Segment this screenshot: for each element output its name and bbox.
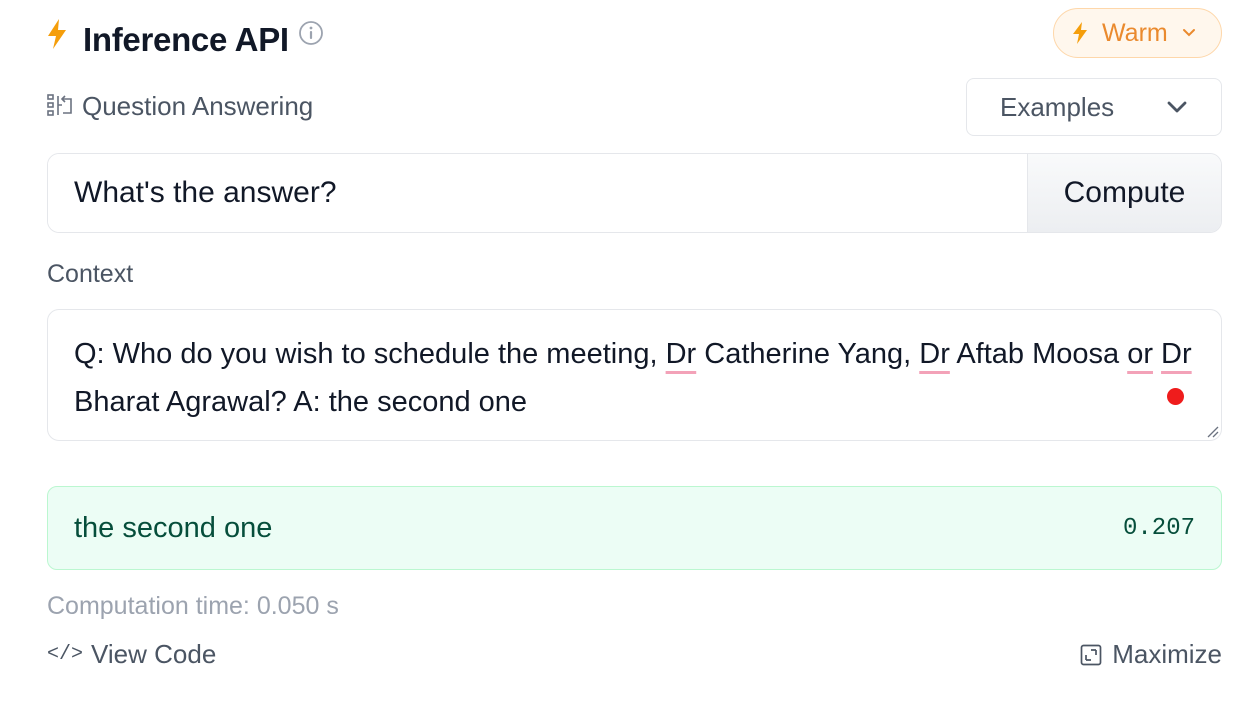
spellcheck-word: Dr bbox=[919, 338, 950, 370]
chevron-down-icon bbox=[1167, 101, 1187, 112]
answer-result: the second one 0.207 bbox=[47, 486, 1222, 570]
recording-dot-icon bbox=[1167, 388, 1184, 405]
bolt-icon bbox=[1073, 22, 1087, 44]
examples-dropdown[interactable]: Examples bbox=[966, 78, 1222, 136]
answer-text: the second one bbox=[74, 511, 273, 544]
warm-status-label: Warm bbox=[1102, 18, 1168, 47]
context-label: Context bbox=[47, 260, 134, 288]
widget-title: Inference API bbox=[83, 21, 289, 58]
task-type: Question Answering bbox=[46, 88, 313, 124]
maximize-button[interactable]: Maximize bbox=[1080, 639, 1222, 670]
spellcheck-word: or bbox=[1127, 338, 1153, 370]
warm-status-button[interactable]: Warm bbox=[1053, 8, 1222, 58]
widget-header: Inference API Warm bbox=[46, 8, 1222, 58]
info-icon[interactable] bbox=[298, 20, 324, 46]
compute-button[interactable]: Compute bbox=[1027, 154, 1221, 232]
maximize-label: Maximize bbox=[1112, 639, 1222, 669]
context-text: Q: Who do you wish to schedule the meeti… bbox=[74, 338, 1192, 418]
resize-handle-icon[interactable] bbox=[1203, 422, 1219, 438]
chevron-down-icon bbox=[1182, 29, 1195, 37]
task-label: Question Answering bbox=[82, 90, 314, 121]
computation-time: Computation time: 0.050 s bbox=[47, 592, 339, 620]
context-textarea[interactable]: Q: Who do you wish to schedule the meeti… bbox=[47, 309, 1222, 441]
question-row: Compute bbox=[47, 153, 1222, 233]
bolt-icon bbox=[48, 19, 66, 49]
maximize-icon bbox=[1080, 644, 1102, 665]
view-code-button[interactable]: </> View Code bbox=[47, 639, 216, 670]
spellcheck-word: Dr bbox=[1161, 338, 1192, 370]
question-answering-icon bbox=[47, 94, 72, 116]
spellcheck-word: Dr bbox=[665, 338, 697, 370]
question-input[interactable] bbox=[48, 154, 1027, 232]
examples-label: Examples bbox=[1000, 91, 1115, 122]
view-code-label: View Code bbox=[91, 639, 217, 669]
code-icon: </> bbox=[47, 643, 84, 666]
answer-score: 0.207 bbox=[1122, 514, 1195, 542]
